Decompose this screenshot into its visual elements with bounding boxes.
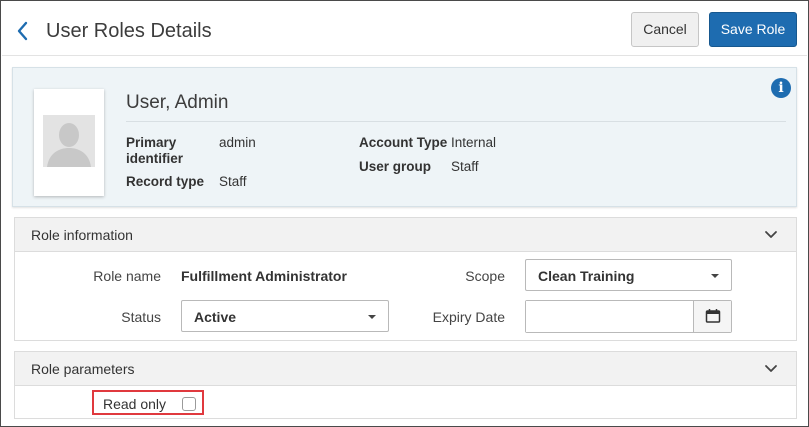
- status-selected-value: Active: [194, 309, 237, 325]
- divider: [126, 121, 786, 122]
- date-picker-button[interactable]: [693, 301, 731, 332]
- role-name-label: Role name: [93, 268, 161, 284]
- calendar-icon: [705, 309, 721, 323]
- scope-selected-value: Clean Training: [538, 268, 635, 284]
- record-type-label: Record type: [126, 174, 205, 189]
- read-only-checkbox[interactable]: [182, 397, 196, 411]
- role-parameters-section: Role parameters Read only: [14, 351, 797, 419]
- account-type-value: Internal: [451, 135, 497, 150]
- caret-down-icon: [711, 274, 719, 278]
- primary-identifier-label-line2: identifier: [126, 151, 184, 166]
- primary-identifier-label-line1: Primary: [126, 135, 177, 150]
- expiry-date-input[interactable]: [525, 300, 732, 333]
- chevron-down-icon[interactable]: [764, 229, 778, 241]
- save-role-button[interactable]: Save Role: [709, 12, 797, 47]
- status-label: Status: [121, 309, 161, 325]
- status-select[interactable]: Active: [181, 300, 389, 332]
- section-title: Role information: [31, 227, 133, 243]
- scope-label: Scope: [465, 268, 505, 284]
- user-card: i User, Admin Primary identifier admin R…: [12, 67, 797, 207]
- scope-select[interactable]: Clean Training: [525, 259, 732, 291]
- primary-identifier-value: admin: [219, 135, 256, 150]
- read-only-label: Read only: [103, 396, 167, 412]
- account-type-label: Account Type: [359, 135, 448, 150]
- chevron-left-icon: [17, 21, 28, 41]
- avatar: [34, 89, 104, 196]
- user-placeholder-icon: [43, 115, 95, 167]
- user-group-value: Staff: [451, 159, 479, 174]
- back-button[interactable]: [14, 19, 34, 43]
- record-type-value: Staff: [219, 174, 247, 189]
- role-name-value: Fulfillment Administrator: [181, 268, 347, 284]
- info-icon[interactable]: i: [771, 78, 791, 98]
- cancel-button[interactable]: Cancel: [631, 12, 699, 47]
- app-frame: User Roles Details Cancel Save Role i Us…: [0, 0, 809, 427]
- page-title: User Roles Details: [46, 20, 212, 42]
- role-information-section: Role information Role name Fulfillment A…: [14, 217, 797, 341]
- user-group-label: User group: [359, 159, 432, 174]
- expiry-date-label: Expiry Date: [432, 309, 505, 325]
- section-title: Role parameters: [31, 361, 135, 377]
- read-only-highlight: Read only: [92, 390, 204, 415]
- expiry-date-field[interactable]: [526, 301, 692, 332]
- role-information-header[interactable]: Role information: [15, 218, 796, 252]
- caret-down-icon: [368, 315, 376, 319]
- role-parameters-header[interactable]: Role parameters: [15, 352, 796, 386]
- page-header: User Roles Details Cancel Save Role: [2, 2, 807, 56]
- user-name: User, Admin: [126, 92, 229, 113]
- chevron-down-icon[interactable]: [764, 363, 778, 375]
